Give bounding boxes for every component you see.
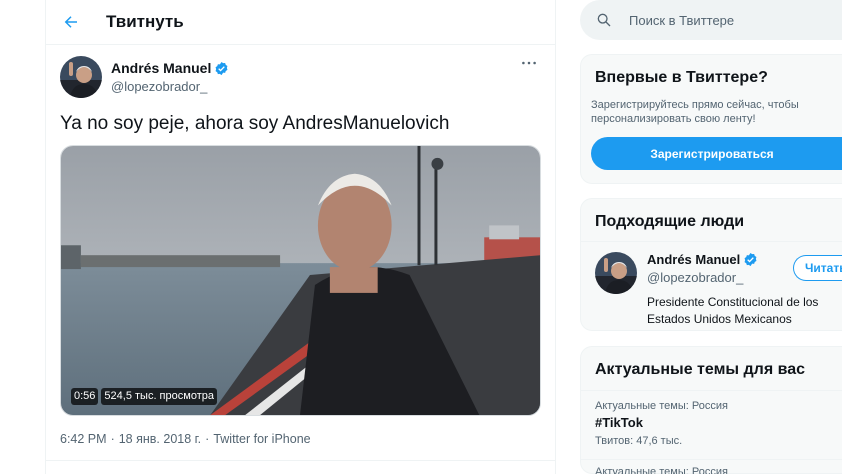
- avatar-image: [60, 56, 102, 98]
- suggested-user-bio: Presidente Constitucional de los Estados…: [647, 295, 819, 326]
- page-title: Твитнуть: [106, 12, 184, 31]
- more-horizontal-icon[interactable]: [521, 57, 541, 71]
- avatar[interactable]: [595, 252, 637, 294]
- meta-dot: ·: [110, 432, 115, 446]
- card-divider: [581, 241, 842, 242]
- card-divider: [581, 459, 842, 460]
- main-column: Твитнуть Andrés Manuel @lopezobrador_ Ya…: [45, 0, 556, 474]
- card-divider: [581, 390, 842, 391]
- tweet: Andrés Manuel @lopezobrador_ Ya no soy p…: [46, 45, 555, 446]
- video-badge: 0:56 524,5 тыс. просмотра: [71, 388, 217, 405]
- verified-badge-icon: [215, 61, 228, 75]
- suggested-user-name[interactable]: Andrés Manuel: [647, 252, 740, 267]
- who-to-follow-title: Подходящие люди: [595, 213, 745, 230]
- tweet-source[interactable]: Twitter for iPhone: [213, 432, 310, 446]
- signup-card: Впервые в Твиттере? Зарегистрируйтесь пр…: [580, 54, 842, 184]
- author-names: Andrés Manuel @lopezobrador_: [111, 60, 229, 94]
- who-to-follow-card: Подходящие люди Andrés Manuel @lopezobra…: [580, 198, 842, 331]
- search-placeholder: Поиск в Твиттере: [629, 12, 735, 28]
- name-row: Andrés Manuel: [111, 60, 229, 76]
- back-button[interactable]: [46, 0, 96, 45]
- signup-text: Зарегистрируйтесь прямо сейчас, чтобы пе…: [591, 99, 799, 125]
- trend-name: #TikTok: [595, 415, 643, 430]
- search-icon: [597, 13, 611, 27]
- tweet-video[interactable]: 0:56 524,5 тыс. просмотра: [60, 145, 541, 416]
- avatar-image: [595, 252, 637, 294]
- verified-badge-icon: [744, 252, 757, 267]
- meta-dot: ·: [205, 432, 210, 446]
- trend-item[interactable]: Актуальные темы: Россия: [595, 466, 835, 474]
- video-thumbnail: [61, 146, 540, 415]
- search-input[interactable]: Поиск в Твиттере: [580, 0, 842, 40]
- tweet-time[interactable]: 6:42 PM: [60, 432, 107, 446]
- follow-button[interactable]: Читать: [793, 255, 842, 281]
- video-duration: 0:56: [71, 388, 99, 405]
- trend-count: Твитов: 47,6 тыс.: [595, 435, 683, 447]
- author-name[interactable]: Andrés Manuel: [111, 60, 211, 76]
- trend-context: Актуальные темы: Россия: [595, 466, 728, 474]
- page-header: Твитнуть: [46, 0, 555, 45]
- tweet-author[interactable]: Andrés Manuel @lopezobrador_: [60, 56, 541, 98]
- trends-title: Актуальные темы для вас: [595, 361, 806, 378]
- trend-item[interactable]: Актуальные темы: Россия #TikTok Твитов: …: [595, 400, 835, 447]
- avatar[interactable]: [60, 56, 102, 98]
- divider: [46, 460, 555, 461]
- trends-card: Актуальные темы для вас Актуальные темы:…: [580, 346, 842, 474]
- author-handle[interactable]: @lopezobrador_: [111, 79, 229, 94]
- signup-button[interactable]: Зарегистрироваться: [591, 137, 842, 170]
- signup-title: Впервые в Твиттере?: [595, 69, 768, 86]
- tweet-text: Ya no soy peje, ahora soy AndresManuelov…: [60, 113, 450, 134]
- tweet-date[interactable]: 18 янв. 2018 г.: [119, 432, 201, 446]
- tweet-meta: 6:42 PM · 18 янв. 2018 г. · Twitter for …: [60, 432, 541, 446]
- arrow-left-icon: [64, 16, 77, 28]
- trend-context: Актуальные темы: Россия: [595, 400, 728, 412]
- page: Твитнуть Andrés Manuel @lopezobrador_ Ya…: [0, 0, 842, 474]
- video-views: 524,5 тыс. просмотра: [101, 388, 217, 405]
- more-dots-glyph: [522, 61, 536, 65]
